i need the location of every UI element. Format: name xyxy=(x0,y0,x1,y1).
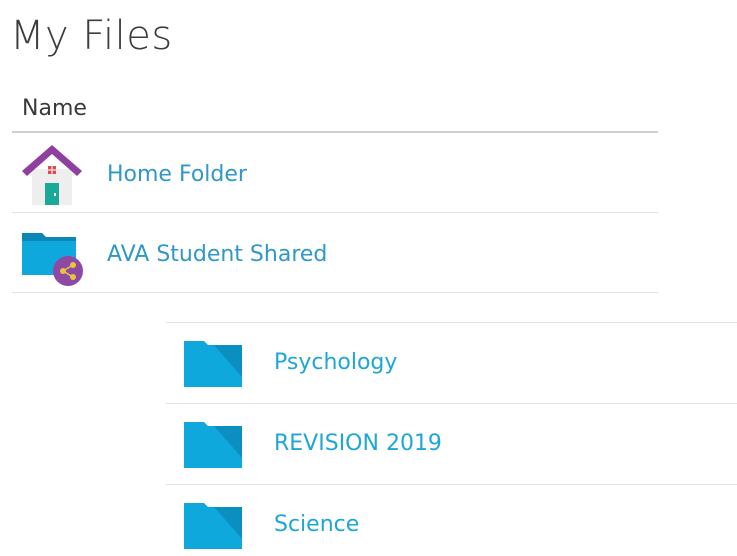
page-title: My Files xyxy=(10,13,173,59)
folder-icon xyxy=(184,503,242,549)
file-browser: My Files Name Home Folder AVA Student Sh… xyxy=(0,0,737,556)
item-label: Science xyxy=(274,512,360,537)
item-label: Home Folder xyxy=(107,162,247,187)
list-item-psychology[interactable]: Psychology xyxy=(166,323,737,404)
list-item-home-folder[interactable]: Home Folder xyxy=(12,133,658,213)
shared-folder-icon xyxy=(18,219,86,287)
list-item-science[interactable]: Science xyxy=(166,485,737,556)
item-label: AVA Student Shared xyxy=(107,242,328,267)
file-list: Home Folder AVA Student Shared xyxy=(12,133,658,293)
list-item-ava-student-shared[interactable]: AVA Student Shared xyxy=(12,213,658,293)
folder-icon xyxy=(184,422,242,468)
name-column-header[interactable]: Name xyxy=(12,92,658,133)
subfolder-list: Psychology REVISION 2019 Science xyxy=(166,322,737,556)
item-label: Psychology xyxy=(274,350,398,375)
name-column-label: Name xyxy=(22,96,87,121)
home-folder-icon xyxy=(18,139,86,207)
list-item-revision-2019[interactable]: REVISION 2019 xyxy=(166,404,737,485)
folder-icon xyxy=(184,341,242,387)
item-label: REVISION 2019 xyxy=(274,431,442,456)
